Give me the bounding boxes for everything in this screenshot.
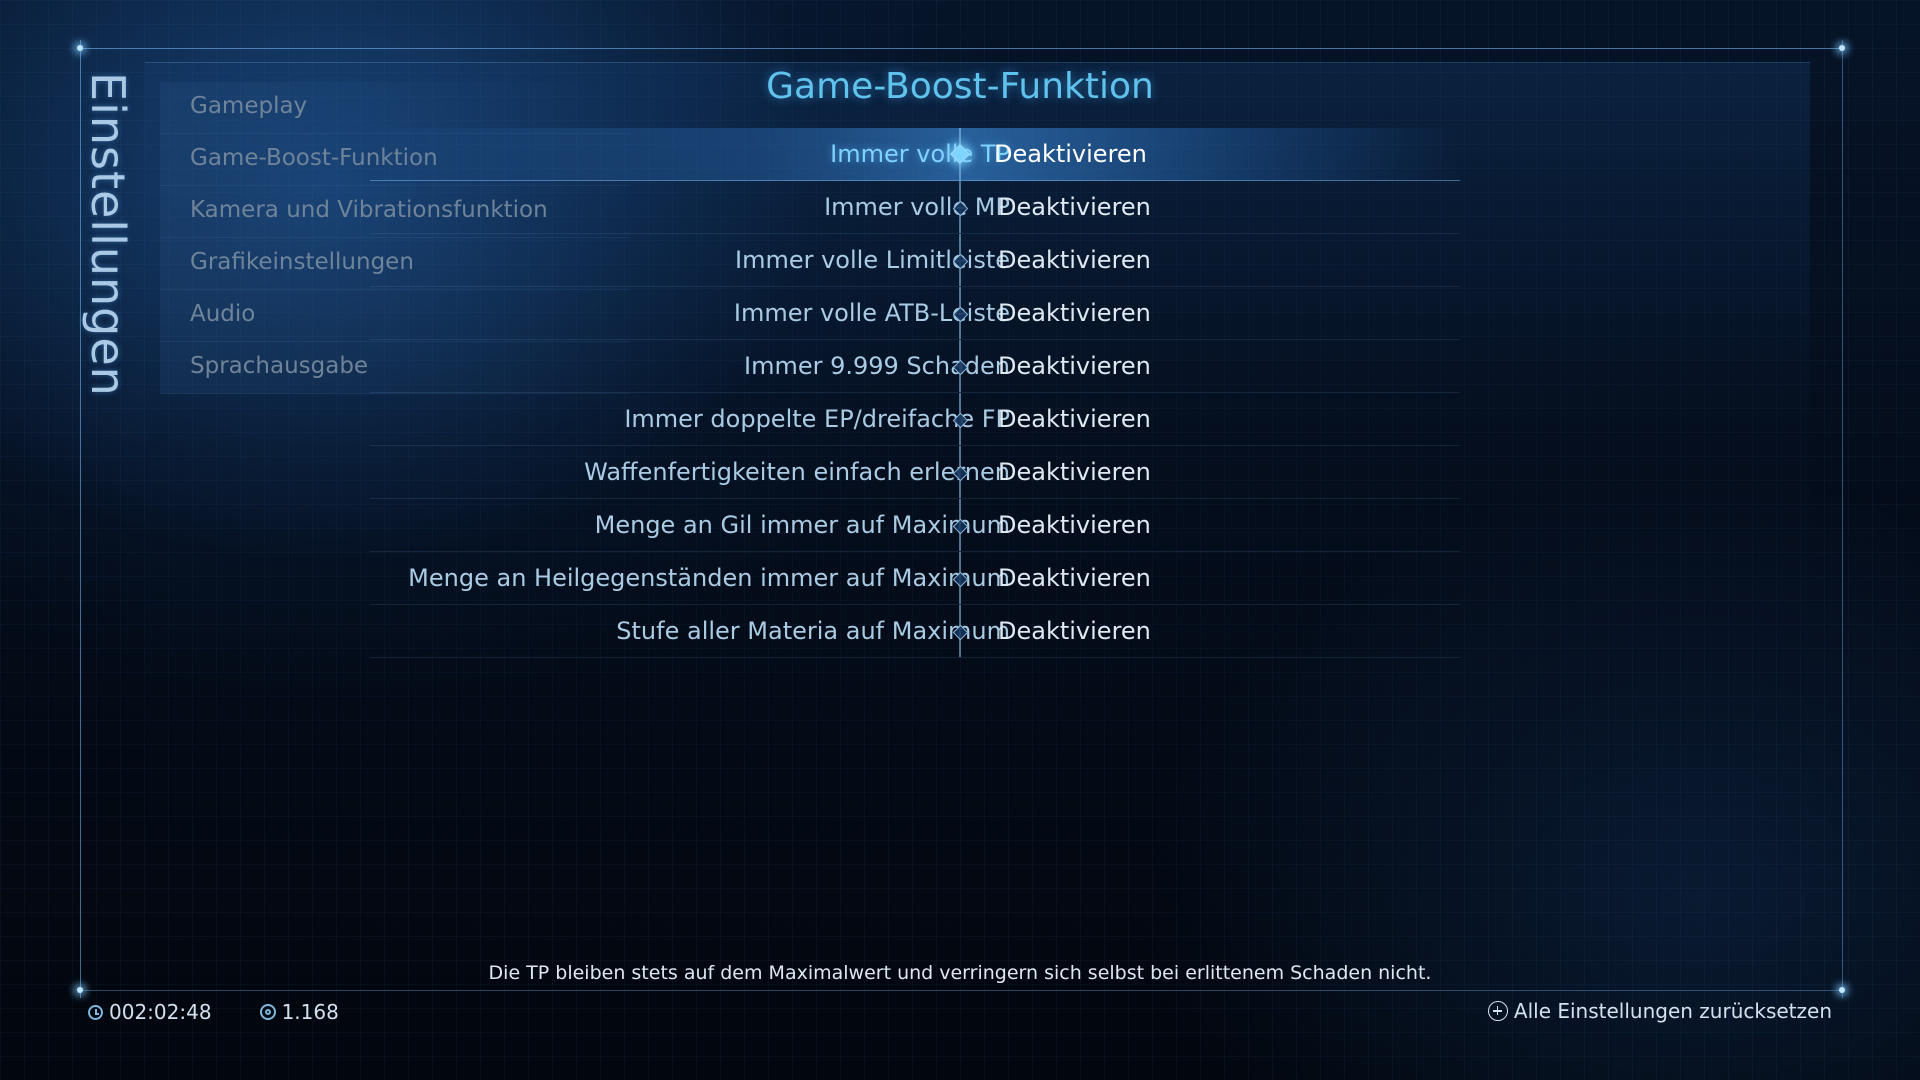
option-label: Immer volle MP	[824, 193, 1010, 221]
frame-corner-dot	[77, 987, 83, 993]
option-label: Stufe aller Materia auf Maximum	[616, 617, 1010, 645]
option-value[interactable]: Deaktivieren	[998, 446, 1151, 498]
frame-corner-dot	[1839, 987, 1845, 993]
option-label: Immer volle TP	[830, 140, 1010, 168]
option-value[interactable]: Deaktivieren	[998, 605, 1151, 657]
settings-screen: Einstellungen Gameplay Game-Boost-Funkti…	[0, 0, 1920, 1080]
option-list: Immer volle TP Deaktivieren Immer volle …	[370, 128, 1460, 658]
option-value[interactable]: Deaktivieren	[998, 499, 1151, 551]
option-label: Immer volle Limitleiste	[735, 246, 1010, 274]
gil-count: 1.168	[259, 1000, 339, 1024]
frame-top-line	[78, 48, 1844, 49]
reset-all-button[interactable]: Alle Einstellungen zurücksetzen	[1487, 998, 1832, 1024]
option-value[interactable]: Deaktivieren	[994, 128, 1147, 180]
frame-corner-dot	[77, 45, 83, 51]
option-row-always-full-limit[interactable]: Immer volle Limitleiste Deaktivieren	[370, 234, 1460, 287]
option-row-max-healing-items[interactable]: Menge an Heilgegenständen immer auf Maxi…	[370, 552, 1460, 605]
option-value[interactable]: Deaktivieren	[998, 340, 1151, 392]
option-row-always-full-mp[interactable]: Immer volle MP Deaktivieren	[370, 181, 1460, 234]
option-value[interactable]: Deaktivieren	[998, 287, 1151, 339]
frame-right-line	[1842, 40, 1843, 998]
category-gameplay[interactable]: Gameplay	[160, 82, 630, 134]
option-label: Menge an Heilgegenständen immer auf Maxi…	[408, 564, 1010, 592]
gil-icon	[259, 1004, 276, 1020]
option-row-always-full-hp[interactable]: Immer volle TP Deaktivieren	[370, 128, 1460, 181]
reset-all-label: Alle Einstellungen zurücksetzen	[1513, 999, 1832, 1023]
plus-circle-icon	[1487, 1001, 1508, 1021]
option-row-weapon-skills[interactable]: Waffenfertigkeiten einfach erlernen Deak…	[370, 446, 1460, 499]
option-value[interactable]: Deaktivieren	[998, 181, 1151, 233]
option-value[interactable]: Deaktivieren	[998, 552, 1151, 604]
option-label: Immer volle ATB-Leiste	[733, 299, 1010, 327]
side-title: Einstellungen	[81, 72, 135, 397]
option-row-max-materia[interactable]: Stufe aller Materia auf Maximum Deaktivi…	[370, 605, 1460, 658]
option-row-always-9999-damage[interactable]: Immer 9.999 Schaden Deaktivieren	[370, 340, 1460, 393]
clock-icon	[88, 1004, 103, 1020]
option-value[interactable]: Deaktivieren	[998, 393, 1151, 445]
playtime-value: 002:02:48	[109, 1000, 212, 1024]
option-row-double-exp[interactable]: Immer doppelte EP/dreifache FP Deaktivie…	[370, 393, 1460, 446]
option-label: Menge an Gil immer auf Maximum	[594, 511, 1010, 539]
option-label: Waffenfertigkeiten einfach erlernen	[584, 458, 1010, 486]
option-description: Die TP bleiben stets auf dem Maximalwert…	[488, 962, 1432, 984]
option-label: Immer 9.999 Schaden	[744, 352, 1010, 380]
page-title: Game-Boost-Funktion	[766, 66, 1154, 107]
option-row-max-gil[interactable]: Menge an Gil immer auf Maximum Deaktivie…	[370, 499, 1460, 552]
frame-corner-dot	[1839, 45, 1845, 51]
option-value[interactable]: Deaktivieren	[998, 234, 1151, 286]
option-row-always-full-atb[interactable]: Immer volle ATB-Leiste Deaktivieren	[370, 287, 1460, 340]
playtime: 002:02:48	[88, 1000, 212, 1024]
frame-bottom-line	[78, 990, 1844, 991]
status-bar: 002:02:48 1.168	[88, 1000, 387, 1024]
gil-value: 1.168	[281, 1000, 339, 1024]
option-label: Immer doppelte EP/dreifache FP	[624, 405, 1010, 433]
